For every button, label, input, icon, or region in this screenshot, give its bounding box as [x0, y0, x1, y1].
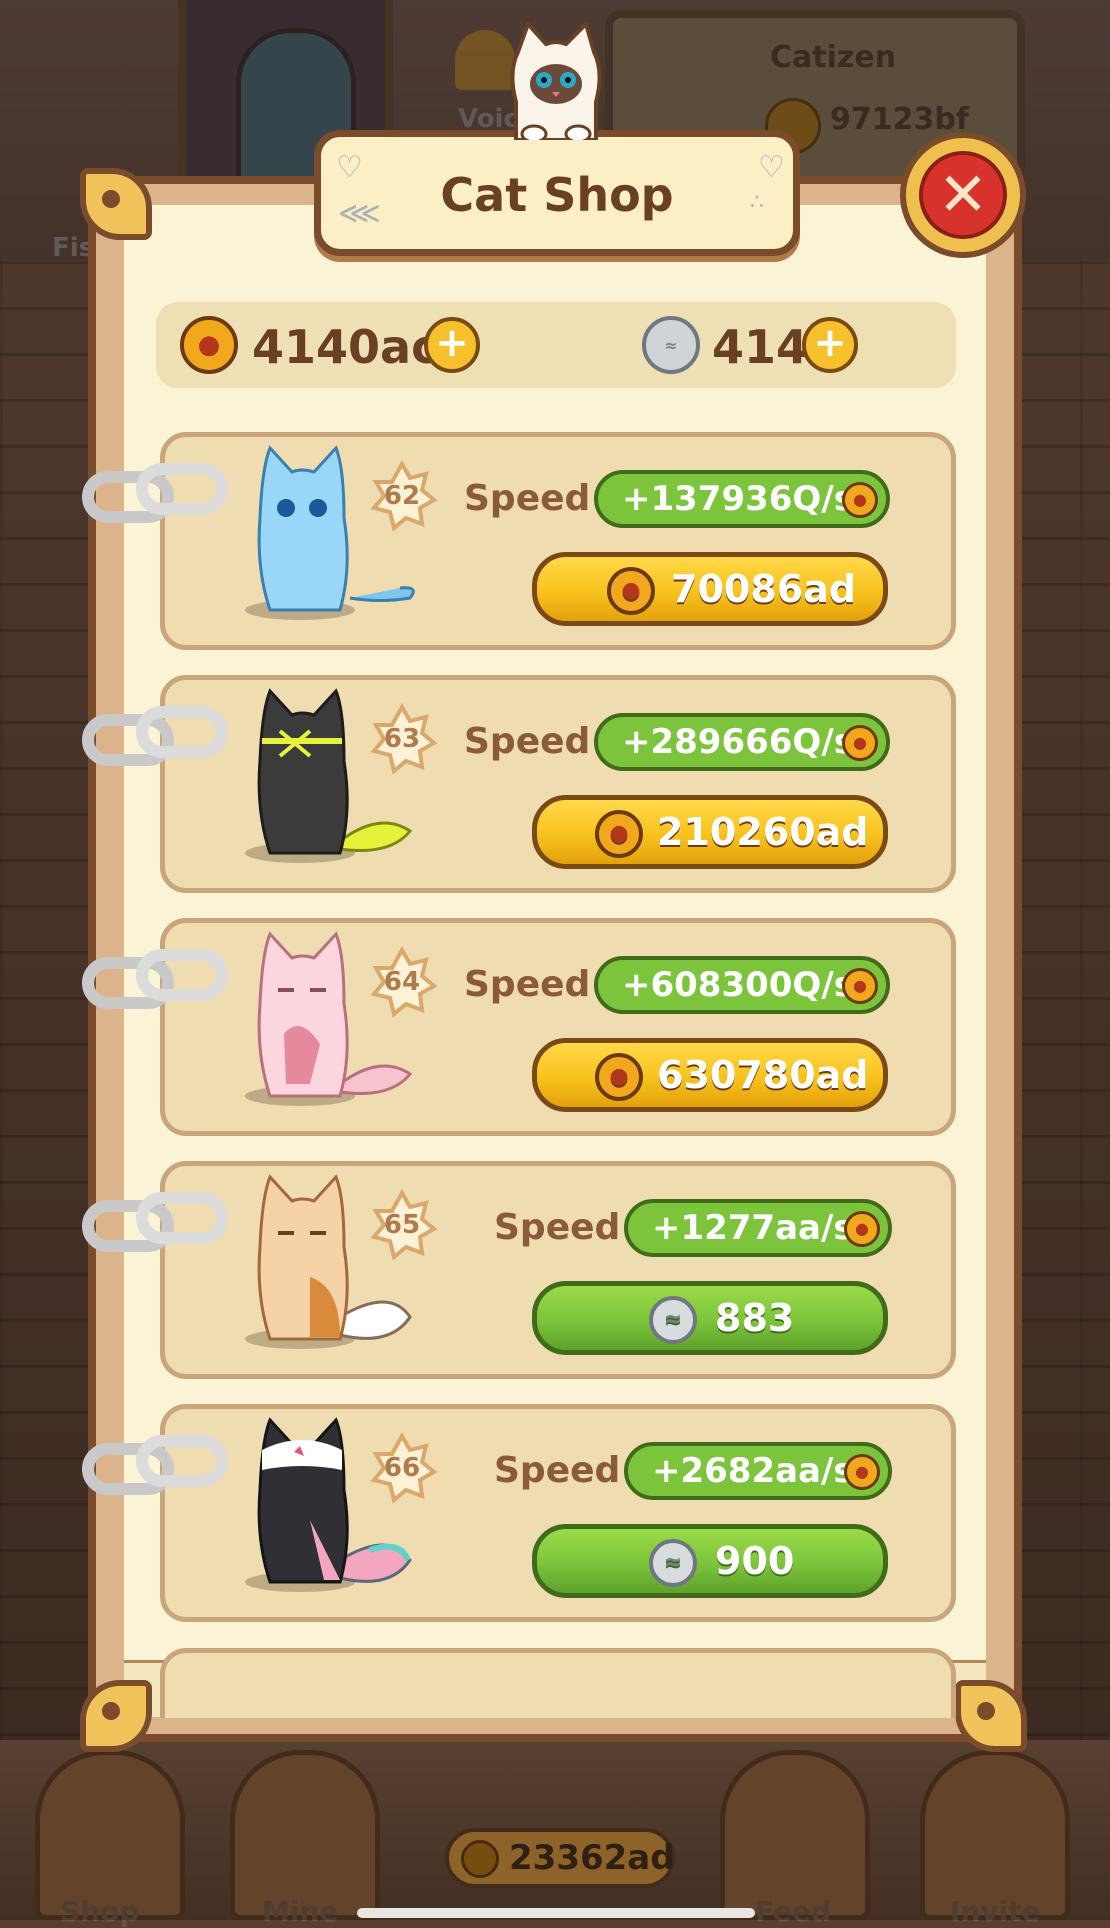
coin-balance: 4140ac: [252, 320, 439, 374]
heart-icon: ♡: [336, 150, 363, 185]
add-coins-button[interactable]: +: [424, 317, 480, 373]
paw-coin-icon: ●: [842, 725, 878, 761]
fish-balance: 414: [712, 320, 809, 374]
speed-pill: +1277aa/s ●: [624, 1199, 892, 1257]
chain-link-icon: [82, 706, 228, 766]
level-value: 64: [383, 967, 421, 997]
speed-label: Speed: [494, 1450, 621, 1491]
paw-coin-icon: ●: [842, 482, 878, 518]
buy-cat-button[interactable]: ● 210260ad: [532, 795, 888, 869]
speed-value: +289666Q/s: [622, 722, 854, 762]
paw-coin-icon: ●: [595, 810, 643, 858]
buy-cat-button[interactable]: ≈ 900: [532, 1524, 888, 1598]
speed-label: Speed: [464, 964, 591, 1005]
close-button[interactable]: ✕: [900, 132, 1026, 258]
chain-link-icon: [82, 1192, 228, 1252]
fish-coin-icon: ≈: [642, 316, 700, 374]
level-value: 65: [383, 1210, 421, 1240]
siamese-cat-mascot-icon: [510, 22, 602, 140]
paw-coin-icon: ●: [180, 316, 238, 374]
buy-cat-button[interactable]: ● 70086ad: [532, 552, 888, 626]
price-value: 70086ad: [671, 567, 857, 611]
speed-pill: +289666Q/s ●: [594, 713, 890, 771]
level-badge: 62: [366, 460, 438, 532]
speed-pill: +608300Q/s ●: [594, 956, 890, 1014]
speed-pill: +137936Q/s ●: [594, 470, 890, 528]
paw-coin-icon: ●: [842, 968, 878, 1004]
price-value: 210260ad: [657, 810, 869, 854]
level-badge: 63: [366, 703, 438, 775]
buy-cat-button[interactable]: ● 630780ad: [532, 1038, 888, 1112]
speed-value: +608300Q/s: [622, 965, 854, 1005]
level-badge: 64: [366, 946, 438, 1018]
add-fish-button[interactable]: +: [802, 317, 858, 373]
home-indicator: [357, 1908, 755, 1918]
speed-pill: +2682aa/s ●: [624, 1442, 892, 1500]
paw-coin-icon: ●: [607, 567, 655, 615]
paw-print-icon: ∴: [750, 190, 764, 215]
speed-label: Speed: [464, 478, 591, 519]
paw-coin-icon: ●: [844, 1211, 880, 1247]
chain-link-icon: [82, 463, 228, 523]
heart-icon: ♡: [758, 150, 785, 185]
price-value: 900: [715, 1539, 795, 1583]
fish-coin-icon: ≈: [649, 1296, 697, 1344]
speed-label: Speed: [494, 1207, 621, 1248]
level-value: 66: [383, 1453, 421, 1483]
chain-link-icon: [82, 949, 228, 1009]
speed-value: +137936Q/s: [622, 479, 854, 519]
price-value: 883: [715, 1296, 795, 1340]
speed-value: +2682aa/s: [652, 1451, 854, 1491]
speed-value: +1277aa/s: [652, 1208, 854, 1248]
speed-label: Speed: [464, 721, 591, 762]
level-badge: 66: [366, 1432, 438, 1504]
fish-coin-icon: ≈: [649, 1539, 697, 1587]
buy-cat-button[interactable]: ≈ 883: [532, 1281, 888, 1355]
fishbone-icon: ⋘: [338, 196, 381, 231]
chain-link-icon: [82, 1435, 228, 1495]
cat-card: [160, 1648, 956, 1718]
level-value: 62: [383, 481, 421, 511]
paw-coin-icon: ●: [595, 1053, 643, 1101]
level-value: 63: [383, 724, 421, 754]
level-badge: 65: [366, 1189, 438, 1261]
price-value: 630780ad: [657, 1053, 869, 1097]
paw-coin-icon: ●: [844, 1454, 880, 1490]
close-x-icon: ✕: [919, 151, 1007, 239]
modal-title: Cat Shop: [440, 168, 674, 222]
